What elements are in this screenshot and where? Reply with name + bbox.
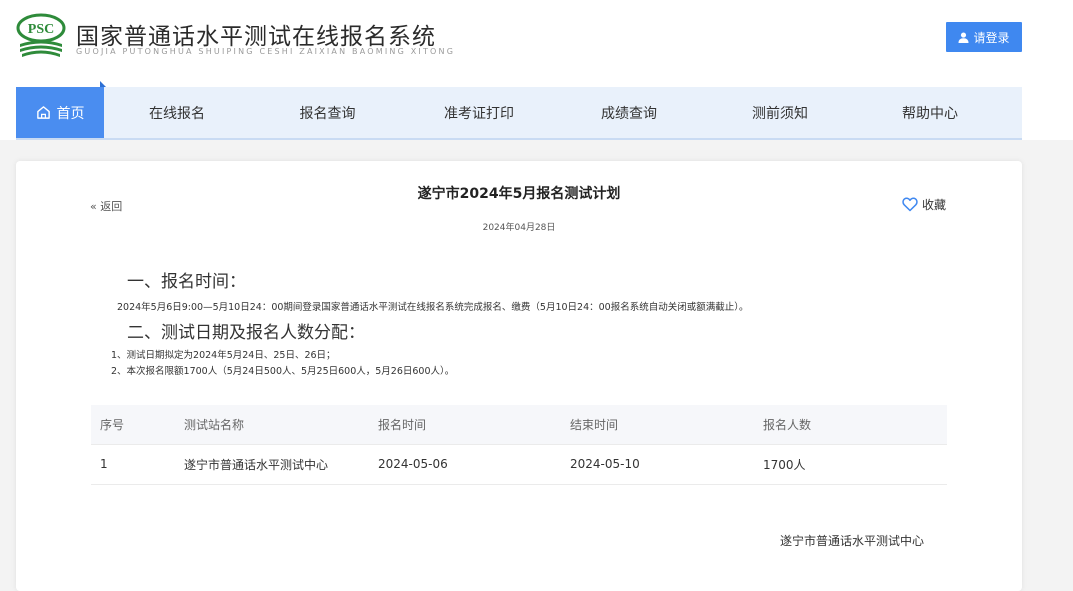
logo-text: PSC (28, 22, 54, 37)
nav-item-admission-print[interactable]: 准考证打印 (405, 87, 553, 138)
section-heading-register-time: 一、报名时间： (127, 272, 246, 292)
heart-icon (902, 197, 918, 212)
article-card: « 返回 遂宁市2024年5月报名测试计划 2024年04月28日 收藏 一、报… (16, 161, 1022, 591)
nav-item-register-query[interactable]: 报名查询 (250, 87, 405, 138)
login-button[interactable]: 请登录 (946, 22, 1022, 52)
th-station-name: 测试站名称 (175, 405, 369, 444)
table-row: 1 遂宁市普通话水平测试中心 2024-05-06 2024-05-10 170… (91, 443, 947, 485)
article-title: 遂宁市2024年5月报名测试计划 (417, 186, 621, 202)
nav-item-score-query[interactable]: 成绩查询 (553, 87, 705, 138)
nav-item-home[interactable]: 首页 (16, 81, 106, 138)
login-label: 请登录 (973, 30, 1010, 45)
collect-label: 收藏 (922, 198, 947, 212)
cell-index: 1 (91, 443, 175, 485)
cell-register-count: 1700人 (754, 443, 947, 485)
section-heading-test-dates: 二、测试日期及报名人数分配： (127, 323, 365, 343)
site-header: PSC 国家普通话水平测试在线报名系统 GUOJIA PUTONGHUA SHU… (0, 0, 1073, 80)
cell-end-time: 2024-05-10 (561, 443, 754, 485)
psc-logo-icon: PSC (16, 13, 66, 57)
user-icon (958, 32, 970, 43)
th-register-time: 报名时间 (369, 405, 561, 444)
home-icon (36, 106, 50, 119)
section-text-test-dates: 1、测试日期拟定为2024年5月24日、25日、26日； (111, 350, 336, 361)
schedule-table: 序号 测试站名称 报名时间 结束时间 报名人数 1 遂宁市普通话水平测试中心 2… (91, 405, 947, 485)
nav-item-test-notice[interactable]: 测前须知 (705, 87, 855, 138)
th-register-count: 报名人数 (754, 405, 947, 444)
collect-button[interactable]: 收藏 (902, 196, 946, 213)
table-header-row: 序号 测试站名称 报名时间 结束时间 报名人数 (91, 405, 947, 444)
article-date: 2024年04月28日 (482, 223, 556, 233)
site-subtitle: GUOJIA PUTONGHUA SHUIPING CESHI ZAIXIAN … (76, 47, 456, 56)
nav-label-home: 首页 (56, 105, 85, 122)
cell-register-time: 2024-05-06 (369, 443, 561, 485)
article-signature: 遂宁市普通话水平测试中心 (780, 534, 925, 548)
th-end-time: 结束时间 (561, 405, 754, 444)
main-nav-wrapper: 首页 在线报名 报名查询 准考证打印 成绩查询 测前须知 帮助中心 (0, 80, 1073, 140)
nav-item-help-center[interactable]: 帮助中心 (855, 87, 1005, 138)
section-text-quota: 2、本次报名限额1700人（5月24日500人、5月25日600人，5月26日6… (111, 366, 455, 377)
site-title: 国家普通话水平测试在线报名系统 (76, 24, 436, 50)
th-index: 序号 (91, 405, 175, 444)
cell-station-name: 遂宁市普通话水平测试中心 (175, 443, 369, 485)
nav-item-online-register[interactable]: 在线报名 (104, 87, 250, 138)
section-text-register-time: 2024年5月6日9:00—5月10日24：00期间登录国家普通话水平测试在线报… (117, 302, 749, 313)
main-nav: 首页 在线报名 报名查询 准考证打印 成绩查询 测前须知 帮助中心 (16, 81, 1022, 140)
